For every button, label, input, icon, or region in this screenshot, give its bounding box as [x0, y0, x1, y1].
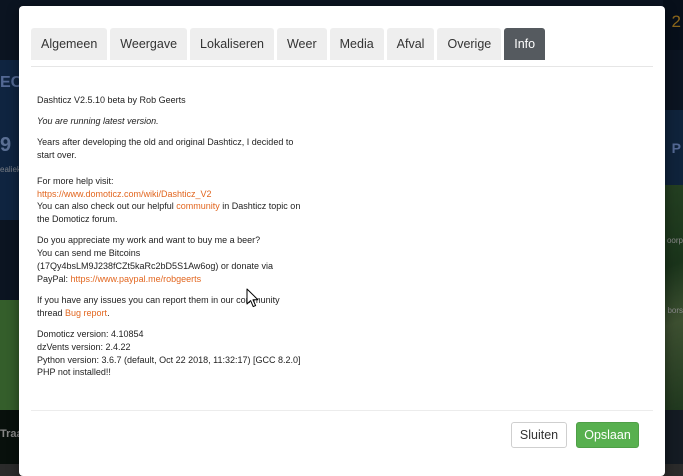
tab-weer[interactable]: Weer	[276, 28, 327, 60]
tab-afval[interactable]: Afval	[386, 28, 435, 60]
latest-version-notice: You are running latest version.	[37, 116, 159, 127]
php-status: PHP not installed!!	[37, 367, 111, 378]
info-panel: Dashticz V2.5.10 beta by Rob Geerts You …	[37, 94, 302, 387]
issues-post: .	[107, 307, 110, 318]
dzvents-version: dzVents version: 2.4.22	[37, 341, 131, 352]
tab-algemeen[interactable]: Algemeen	[31, 28, 108, 60]
settings-modal: Algemeen Weergave Lokaliseren Weer Media…	[19, 6, 665, 476]
settings-tabs: Algemeen Weergave Lokaliseren Weer Media…	[31, 28, 653, 67]
donation-text: Do you appreciate my work and want to bu…	[37, 234, 302, 285]
mouse-cursor-icon	[246, 288, 259, 308]
save-button[interactable]: Opslaan	[576, 422, 639, 448]
history-text: Years after developing the old and origi…	[37, 136, 302, 226]
help-intro: For more help visit:	[37, 175, 114, 186]
community-pre: You can also check out our helpful	[37, 201, 177, 212]
tab-media[interactable]: Media	[329, 28, 384, 60]
tab-weergave[interactable]: Weergave	[110, 28, 188, 60]
system-versions: Domoticz version: 4.10854 dzVents versio…	[37, 328, 302, 379]
paypal-link[interactable]: https://www.paypal.me/robgeerts	[71, 274, 202, 284]
issues-text: If you have any issues you can report th…	[37, 294, 302, 320]
close-button[interactable]: Sluiten	[511, 422, 567, 448]
version-line: Dashticz V2.5.10 beta by Rob Geerts	[37, 95, 186, 105]
tab-lokaliseren[interactable]: Lokaliseren	[190, 28, 274, 60]
history-text-content: Years after developing the old and origi…	[37, 137, 294, 161]
tab-info[interactable]: Info	[504, 28, 546, 60]
python-version: Python version: 3.6.7 (default, Oct 22 2…	[37, 354, 301, 365]
help-link[interactable]: https://www.domoticz.com/wiki/Dashticz_V…	[37, 189, 212, 199]
community-link[interactable]: community	[176, 201, 220, 211]
beer-question: Do you appreciate my work and want to bu…	[37, 235, 261, 246]
bug-report-link[interactable]: Bug report	[65, 308, 107, 318]
domoticz-version: Domoticz version: 4.10854	[37, 328, 144, 339]
modal-footer-divider	[31, 410, 653, 411]
tab-overige[interactable]: Overige	[437, 28, 502, 60]
